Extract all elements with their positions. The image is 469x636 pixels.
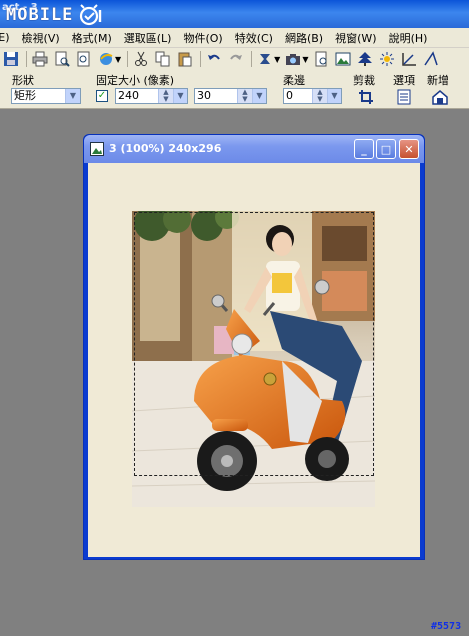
menu-web[interactable]: 網路(B) [279,30,329,46]
logo-mark-icon [80,4,102,26]
toolbar-separator [251,51,253,67]
feather-input[interactable]: 0 ▲ ▼ ▼ [283,88,342,104]
menu-bar: (E) 檢視(V) 格式(M) 選取區(L) 物件(O) 特效(C) 網路(B)… [0,28,469,48]
save-icon[interactable] [2,50,20,68]
app-title-bar: act - 3 MOBILE [0,0,469,28]
more-icon[interactable] [422,50,440,68]
fill-icon[interactable] [256,50,274,68]
close-icon: ✕ [404,142,414,156]
new-icon[interactable] [431,88,449,106]
chevron-down-icon[interactable]: ▼ [65,89,80,103]
feather-dropdown-icon[interactable]: ▼ [327,89,341,103]
height-spinner[interactable]: ▲ ▼ [237,89,252,103]
image-icon[interactable] [334,50,352,68]
photo-woman-on-scooter[interactable] [132,211,375,507]
menu-format[interactable]: 格式(M) [66,30,118,46]
menu-effects[interactable]: 特效(C) [229,30,279,46]
document-icon [90,142,104,156]
redo-icon[interactable] [227,50,245,68]
effect-icon[interactable] [378,50,396,68]
menu-window[interactable]: 視窗(W) [329,30,382,46]
tree-icon[interactable] [356,50,374,68]
close-button[interactable]: ✕ [399,139,419,159]
camera-icon[interactable] [284,50,302,68]
crop-icon[interactable] [357,88,375,106]
shape-select-value: 矩形 [14,89,36,102]
height-input[interactable]: 30 ▲ ▼ ▼ [194,88,267,104]
toolbar-separator [127,51,129,67]
menu-object[interactable]: 物件(O) [177,30,228,46]
options-icon[interactable] [395,88,413,106]
feather-value: 0 [286,89,293,102]
cut-icon[interactable] [132,50,150,68]
feather-spinner[interactable]: ▲ ▼ [312,89,327,103]
watermark-text: #5573 [431,621,462,632]
browser-dropdown-icon[interactable]: ▼ [115,55,121,64]
standard-toolbar: ▼ ▼ ▼ [0,48,469,70]
menu-edit[interactable]: (E) [0,31,16,44]
width-spinner[interactable]: ▲ ▼ [158,89,173,103]
scan-icon[interactable] [312,50,330,68]
width-input[interactable]: 240 ▲ ▼ ▼ [115,88,188,104]
crop-label: 剪裁 [353,74,375,87]
chart-icon[interactable] [400,50,418,68]
height-value: 30 [197,89,211,102]
toolbar-separator [26,51,27,67]
maximize-button[interactable]: □ [376,139,396,159]
menu-view[interactable]: 檢視(V) [16,30,66,46]
preview-icon[interactable] [75,50,93,68]
image-window-title-bar[interactable]: 3 (100%) 240x296 _ □ ✕ [84,135,424,163]
print-preview-icon[interactable] [53,50,71,68]
fixed-size-label: 固定大小 (像素) [96,74,175,87]
shape-label: 形狀 [12,74,34,87]
shape-select[interactable]: 矩形 ▼ [11,88,81,104]
menu-selection[interactable]: 選取區(L) [118,30,178,46]
image-window-title: 3 (100%) 240x296 [109,142,222,155]
feather-label: 柔邊 [283,74,305,87]
mobile01-logo: MOBILE [6,4,104,26]
fill-dropdown-icon[interactable]: ▼ [274,55,280,64]
fixed-size-checkbox[interactable]: ✓ [96,90,108,102]
maximize-icon: □ [380,142,392,156]
new-label: 新增 [427,74,449,87]
browser-icon[interactable] [97,50,115,68]
print-icon[interactable] [31,50,49,68]
height-dropdown-icon[interactable]: ▼ [252,89,266,103]
logo-text: MOBILE [6,5,74,25]
copy-icon[interactable] [154,50,172,68]
menu-help[interactable]: 說明(H) [383,30,434,46]
width-dropdown-icon[interactable]: ▼ [173,89,187,103]
checkmark-icon: ✓ [97,90,107,101]
tool-options-bar: 形狀 矩形 ▼ 固定大小 (像素) ✓ 240 ▲ ▼ ▼ 30 ▲ ▼ ▼ 柔邊 … [0,70,469,109]
minimize-icon: _ [361,142,367,156]
undo-icon[interactable] [205,50,223,68]
width-value: 240 [118,89,139,102]
camera-dropdown-icon[interactable]: ▼ [302,55,308,64]
options-label: 選項 [393,74,415,87]
minimize-button[interactable]: _ [354,139,374,159]
toolbar-separator [200,51,202,67]
paste-icon[interactable] [176,50,194,68]
